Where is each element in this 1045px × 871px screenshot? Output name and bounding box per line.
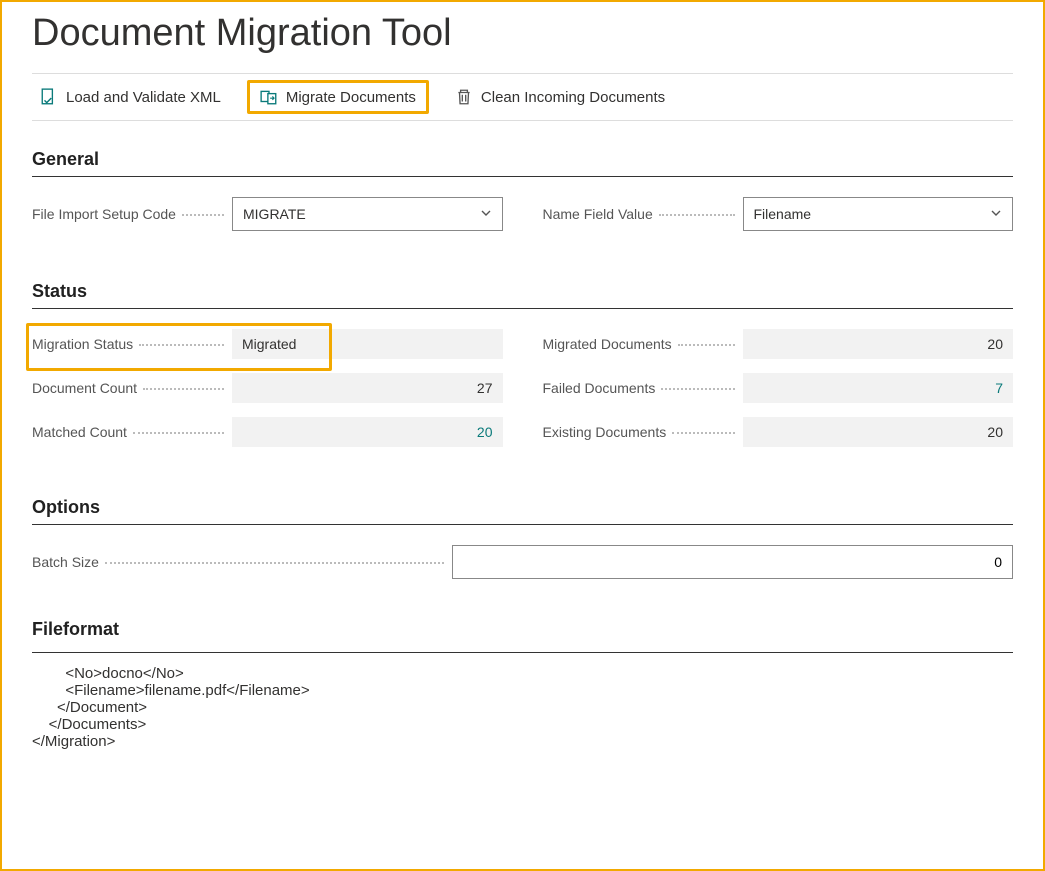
- options-section: Options Batch Size: [32, 497, 1013, 579]
- batch-size-label: Batch Size: [32, 554, 452, 570]
- matched-count-value[interactable]: 20: [232, 417, 503, 447]
- migration-status-label: Migration Status: [32, 336, 232, 352]
- clean-incoming-documents-button[interactable]: Clean Incoming Documents: [447, 83, 673, 111]
- toolbar-label: Migrate Documents: [286, 89, 416, 106]
- file-import-setup-label: File Import Setup Code: [32, 206, 232, 222]
- chevron-down-icon: [480, 206, 492, 222]
- failed-docs-value[interactable]: 7: [743, 373, 1014, 403]
- name-field-label: Name Field Value: [543, 206, 743, 222]
- app-frame: Document Migration Tool Load and Validat…: [0, 0, 1045, 871]
- toolbar: Load and Validate XML Migrate Documents …: [32, 73, 1013, 121]
- document-count-label: Document Count: [32, 380, 232, 396]
- general-section: General File Import Setup Code MIGRATE N…: [32, 149, 1013, 245]
- existing-docs-value: 20: [743, 417, 1014, 447]
- migrate-icon: [260, 88, 278, 106]
- toolbar-label: Clean Incoming Documents: [481, 89, 665, 106]
- matched-count-label: Matched Count: [32, 424, 232, 440]
- name-field-value: Filename: [754, 206, 812, 222]
- migrated-docs-label: Migrated Documents: [543, 336, 743, 352]
- section-header-general: General: [32, 149, 1013, 177]
- migrate-documents-button[interactable]: Migrate Documents: [247, 80, 429, 114]
- file-import-setup-value: MIGRATE: [243, 206, 306, 222]
- section-header-fileformat: Fileformat: [32, 619, 1013, 646]
- batch-size-input[interactable]: [452, 545, 1013, 579]
- document-count-value: 27: [232, 373, 503, 403]
- fileformat-section: Fileformat <No>docno</No> <Filename>file…: [32, 619, 1013, 803]
- trash-icon: [455, 88, 473, 106]
- file-import-setup-select[interactable]: MIGRATE: [232, 197, 503, 231]
- section-header-options: Options: [32, 497, 1013, 525]
- section-header-status: Status: [32, 281, 1013, 309]
- status-section: Status Migration Status Migrated Documen…: [32, 281, 1013, 461]
- toolbar-label: Load and Validate XML: [66, 89, 221, 106]
- page-title: Document Migration Tool: [32, 12, 1013, 61]
- migrated-docs-value: 20: [743, 329, 1014, 359]
- document-check-icon: [40, 88, 58, 106]
- migration-status-row: Migration Status Migrated: [32, 329, 503, 359]
- fileformat-textarea[interactable]: <No>docno</No> <Filename>filename.pdf</F…: [32, 653, 1013, 803]
- existing-docs-label: Existing Documents: [543, 424, 743, 440]
- failed-docs-label: Failed Documents: [543, 380, 743, 396]
- chevron-down-icon: [990, 206, 1002, 222]
- migration-status-value: Migrated: [232, 329, 503, 359]
- name-field-select[interactable]: Filename: [743, 197, 1014, 231]
- load-validate-xml-button[interactable]: Load and Validate XML: [32, 83, 229, 111]
